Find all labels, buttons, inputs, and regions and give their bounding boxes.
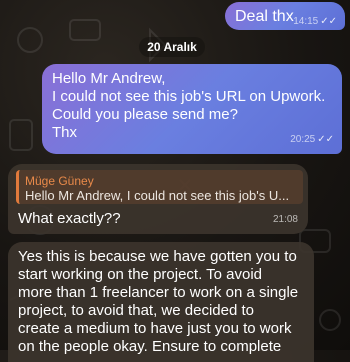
reply-quote[interactable]: Müge Güney Hello Mr Andrew, I could not …	[16, 170, 303, 204]
message-line: Yes this is because we have gotten you t…	[18, 248, 297, 265]
reply-preview: Hello Mr Andrew, I could not see this jo…	[25, 188, 290, 203]
read-receipt-icon: ✓✓	[320, 16, 337, 27]
message-line: on the people okay. Ensure to complete	[18, 338, 282, 355]
message-line: more than 1 freelancer to work on a sing…	[18, 284, 299, 301]
message-meta: 14:15 ✓✓	[293, 13, 337, 31]
message-line: create a medium to have just you to work	[18, 320, 292, 337]
message-time: 20:25	[290, 134, 316, 145]
message-line: Thx	[52, 124, 78, 141]
message-line: I could not see this job's URL on Upwork…	[52, 88, 326, 105]
message-meta: 20:25 ✓✓	[290, 131, 334, 149]
date-separator: 20 Aralık	[139, 37, 205, 57]
message-time: 21:08	[272, 214, 298, 225]
message-line: Could you please send me?	[52, 106, 238, 123]
message-line: project, to avoid that, we decided to	[18, 302, 254, 319]
message-bubble-incoming[interactable]: Yes this is because we have gotten you t…	[8, 242, 314, 362]
message-text: What exactly??	[18, 210, 121, 227]
message-text: Yes this is because we have gotten you t…	[18, 248, 298, 356]
message-line: start working on the project. To avoid	[18, 266, 263, 283]
message-bubble-incoming[interactable]: Müge Güney Hello Mr Andrew, I could not …	[8, 164, 308, 234]
message-bubble-outgoing[interactable]: Deal thx 14:15 ✓✓	[225, 2, 345, 30]
message-bubble-outgoing[interactable]: Hello Mr Andrew, I could not see this jo…	[42, 64, 342, 154]
message-time: 14:15	[293, 16, 319, 27]
message-line: Hello Mr Andrew,	[52, 70, 166, 87]
message-text: Hello Mr Andrew, I could not see this jo…	[52, 70, 325, 142]
message-text: Deal thx	[235, 8, 294, 25]
read-receipt-icon: ✓✓	[317, 134, 334, 145]
date-separator-text: 20 Aralık	[147, 40, 197, 54]
